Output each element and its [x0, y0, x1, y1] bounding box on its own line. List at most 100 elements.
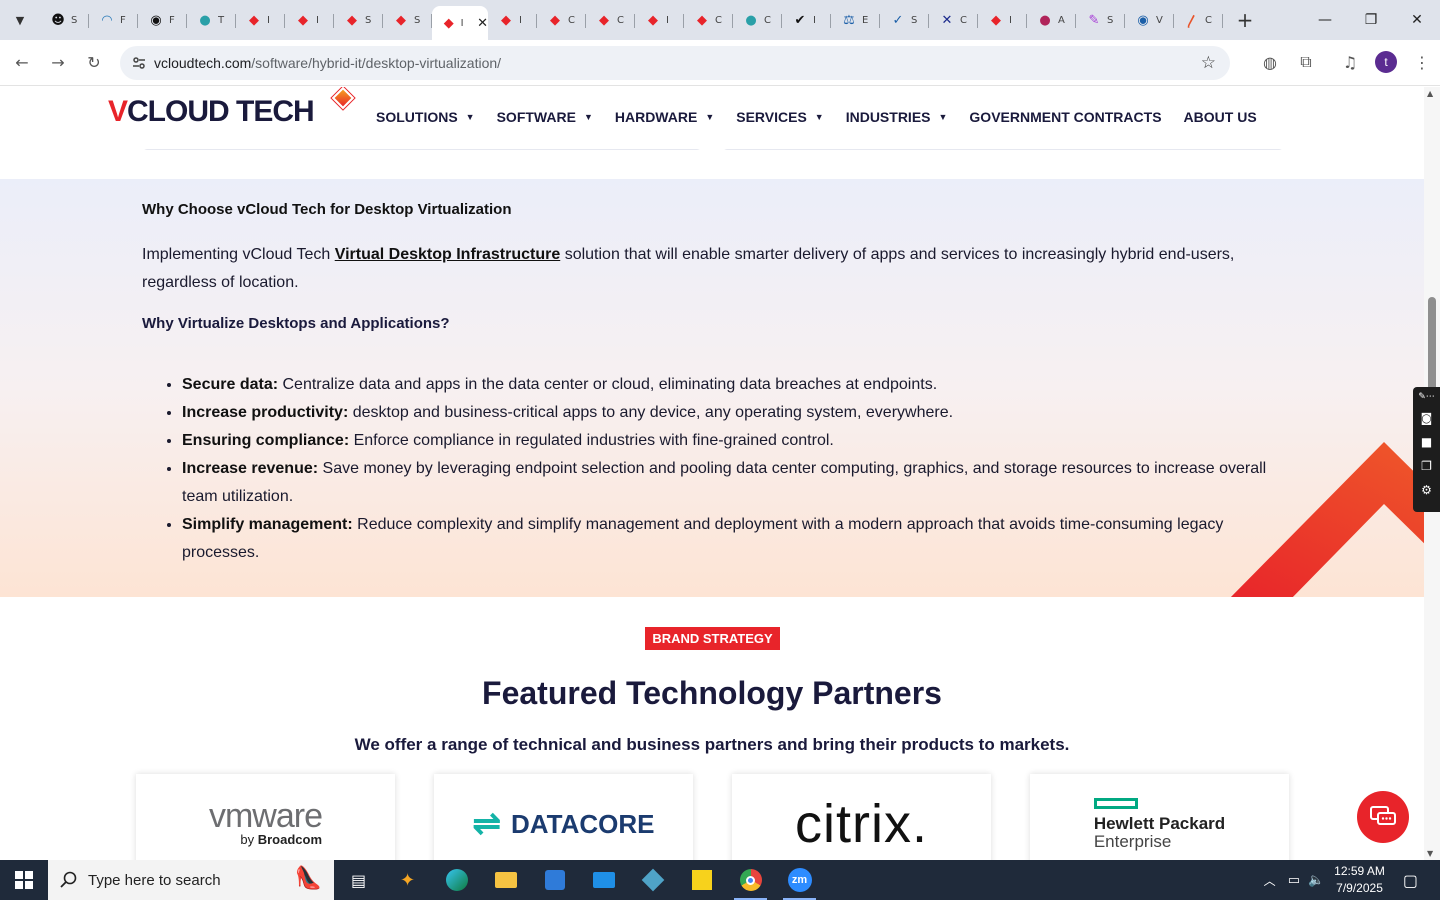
- nav-item-services[interactable]: SERVICES ▼: [736, 109, 823, 125]
- browser-tab[interactable]: ◠ F: [89, 5, 138, 35]
- datacore-logo: ⇌ DATACORE: [473, 804, 655, 844]
- edge-icon: [445, 869, 468, 891]
- browser-tab[interactable]: ◆ I: [635, 5, 684, 35]
- minimize-button[interactable]: —: [1302, 0, 1348, 40]
- tab-title: T: [218, 14, 225, 26]
- app-blue-diamond[interactable]: [628, 860, 677, 900]
- browser-tab[interactable]: 〳C: [1174, 5, 1223, 35]
- vdi-link[interactable]: Virtual Desktop Infrastructure: [335, 246, 561, 263]
- store-app[interactable]: [530, 860, 579, 900]
- browser-tab[interactable]: ◆ I: [236, 5, 285, 35]
- browser-menu-icon[interactable]: ⋮: [1404, 44, 1440, 80]
- browser-tab[interactable]: ◆ S: [334, 5, 383, 35]
- clock[interactable]: 12:59 AM 7/9/2025: [1334, 863, 1385, 897]
- partner-card-hpe[interactable]: Hewlett Packard Enterprise: [1030, 774, 1289, 860]
- vmware-logo: vmware by Broadcom: [209, 799, 323, 848]
- partner-card-vmware[interactable]: vmware by Broadcom: [136, 774, 395, 860]
- tab-title: C: [617, 14, 624, 26]
- tab-favicon-icon: ◆: [249, 12, 259, 28]
- browser-tab[interactable]: ✕ C: [929, 5, 978, 35]
- site-logo[interactable]: VCLOUD TECH: [108, 95, 315, 129]
- browser-tab[interactable]: ◆ I: [285, 5, 334, 35]
- bookmark-star-icon[interactable]: ☆: [1201, 53, 1216, 73]
- zoom-app[interactable]: zm: [775, 860, 824, 900]
- browser-tab[interactable]: ◆ S: [383, 5, 432, 35]
- sticky-notes-icon: [691, 870, 712, 890]
- nav-item-government-contracts[interactable]: GOVERNMENT CONTRACTS: [969, 109, 1161, 125]
- nav-item-solutions[interactable]: SOLUTIONS ▼: [376, 109, 475, 125]
- tab-favicon-icon: 〳: [1185, 14, 1199, 30]
- why-section: Why Choose vCloud Tech for Desktop Virtu…: [0, 179, 1424, 597]
- browser-tab[interactable]: ◆ C: [537, 5, 586, 35]
- browser-tab[interactable]: ◉ V: [1125, 5, 1174, 35]
- camera-icon[interactable]: ◙: [1419, 411, 1435, 425]
- settings-gear-icon[interactable]: ⚙: [1419, 483, 1435, 497]
- window-capture-icon[interactable]: ❐: [1419, 459, 1435, 473]
- translate-icon[interactable]: ◍: [1252, 44, 1288, 80]
- reload-button[interactable]: ↻: [76, 45, 112, 81]
- chrome-app[interactable]: [726, 860, 775, 900]
- benefit-item: Simplify management: Reduce complexity a…: [182, 511, 1272, 567]
- restore-button[interactable]: ❐: [1348, 0, 1394, 40]
- tab-favicon-icon: ◆: [298, 12, 308, 28]
- edge-app[interactable]: [432, 860, 481, 900]
- browser-tab[interactable]: ● T: [187, 5, 236, 35]
- diamond-app-icon: [641, 868, 664, 892]
- close-window-button[interactable]: ✕: [1394, 0, 1440, 40]
- new-tab-button[interactable]: +: [1233, 8, 1257, 32]
- browser-tab[interactable]: ✓ S: [880, 5, 929, 35]
- tab-favicon-icon: ⚖: [843, 12, 855, 28]
- browser-tab[interactable]: ◆ I: [488, 5, 537, 35]
- notifications-icon[interactable]: ▢: [1403, 871, 1418, 890]
- intro-text-1: Implementing vCloud Tech: [142, 246, 335, 263]
- volume-icon[interactable]: 🔈: [1308, 873, 1324, 888]
- browser-tab[interactable]: ● C: [733, 5, 782, 35]
- scroll-up-icon[interactable]: ▲: [1427, 89, 1433, 98]
- browser-tab[interactable]: ✔ I: [782, 5, 831, 35]
- browser-tab[interactable]: ◉ F: [138, 5, 187, 35]
- address-bar[interactable]: vcloudtech.com/software/hybrid-it/deskto…: [120, 46, 1230, 80]
- nav-item-about-us[interactable]: ABOUT US: [1184, 109, 1257, 125]
- tab-title: C: [568, 14, 575, 26]
- browser-tab[interactable]: ◆ C: [684, 5, 733, 35]
- nav-item-industries[interactable]: INDUSTRIES ▼: [846, 109, 948, 125]
- tab-search-button[interactable]: ▼: [6, 6, 34, 34]
- partner-card-citrix[interactable]: citrix.: [732, 774, 991, 860]
- reload-icon: ↻: [87, 53, 101, 72]
- profile-button[interactable]: t: [1368, 44, 1404, 80]
- datacore-wordmark: DATACORE: [511, 808, 655, 839]
- site-info-icon[interactable]: [124, 55, 154, 71]
- extensions-icon[interactable]: ⧉: [1288, 44, 1324, 80]
- taskbar-search[interactable]: Type here to search 👠: [48, 860, 334, 900]
- file-explorer-app[interactable]: [481, 860, 530, 900]
- tab-favicon-icon: ◆: [648, 12, 658, 28]
- partner-card-datacore[interactable]: ⇌ DATACORE: [434, 774, 693, 860]
- sticky-notes-app[interactable]: [677, 860, 726, 900]
- scroll-down-icon[interactable]: ▼: [1427, 849, 1433, 858]
- forward-button[interactable]: →: [40, 45, 76, 81]
- network-icon[interactable]: ▭: [1288, 873, 1300, 888]
- mail-app[interactable]: [579, 860, 628, 900]
- browser-tab[interactable]: ☻ S: [40, 5, 89, 35]
- back-button[interactable]: ←: [4, 45, 40, 81]
- decorative-chevron-icon: [1230, 442, 1424, 597]
- browser-tab[interactable]: ◆ C: [586, 5, 635, 35]
- browser-tab[interactable]: ⚖ E: [831, 5, 880, 35]
- media-control-icon[interactable]: ♫: [1332, 44, 1368, 80]
- vmware-by: by: [240, 832, 258, 847]
- video-icon[interactable]: ■: [1419, 435, 1435, 449]
- copilot-app[interactable]: ✦: [383, 860, 432, 900]
- tab-active[interactable]: ◆ I ✕: [432, 6, 488, 40]
- browser-tab[interactable]: ◆ I: [978, 5, 1027, 35]
- tab-close-icon[interactable]: ✕: [477, 16, 488, 31]
- capture-more-icon[interactable]: ✎⋯: [1418, 392, 1435, 402]
- nav-item-software[interactable]: SOFTWARE ▼: [497, 109, 593, 125]
- nav-item-hardware[interactable]: HARDWARE ▼: [615, 109, 714, 125]
- task-view-button[interactable]: ▤: [334, 860, 383, 900]
- start-button[interactable]: [0, 860, 48, 900]
- browser-tab[interactable]: ✎ S: [1076, 5, 1125, 35]
- browser-tab[interactable]: ● A: [1027, 5, 1076, 35]
- chat-button[interactable]: [1357, 791, 1409, 843]
- task-view-icon: ▤: [350, 870, 367, 890]
- tray-chevron-up-icon[interactable]: ︿: [1264, 872, 1276, 889]
